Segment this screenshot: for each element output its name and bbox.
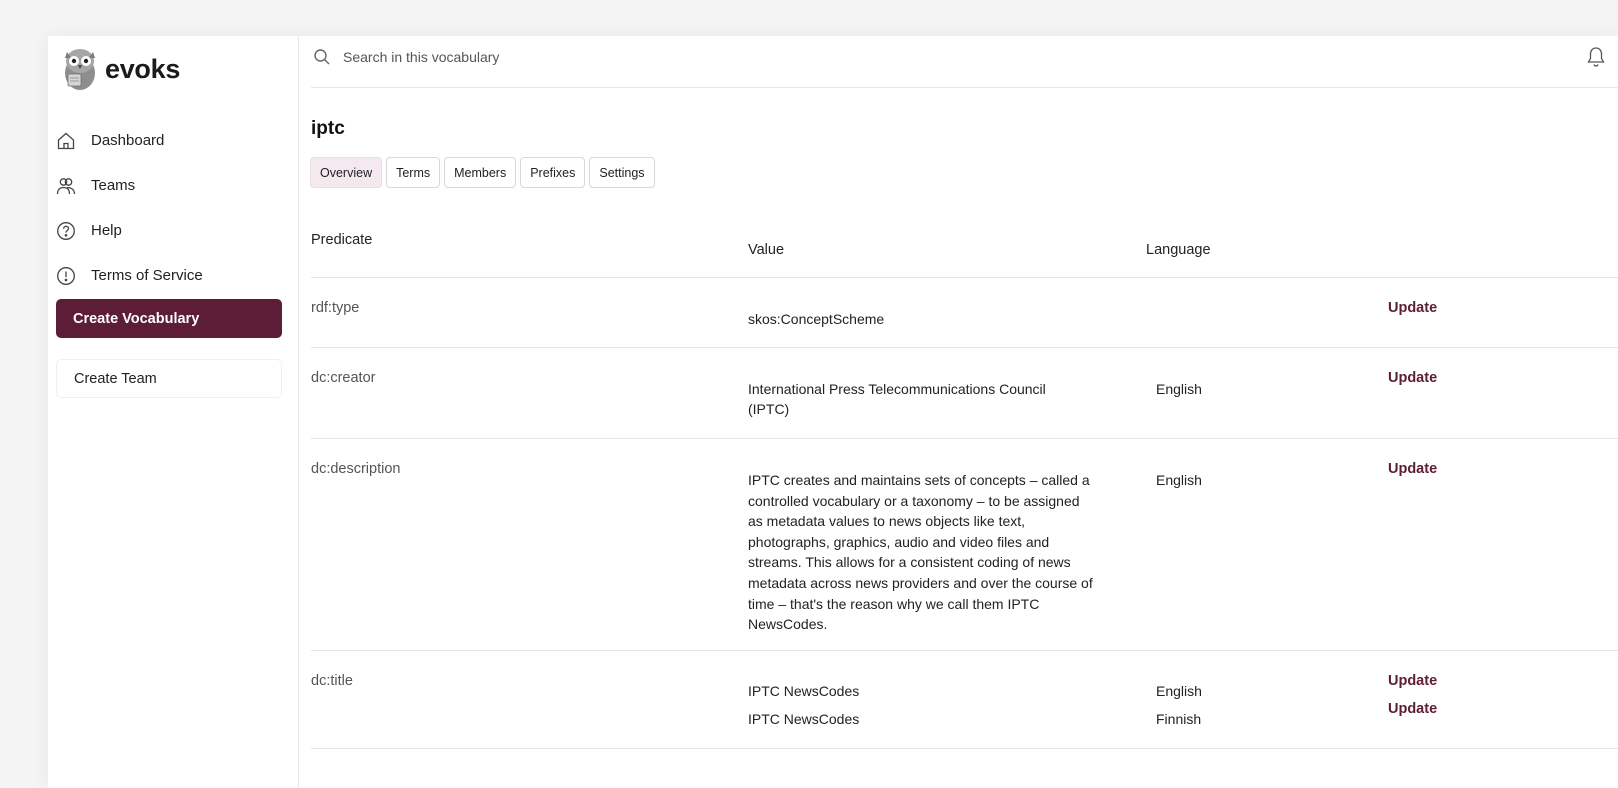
sidebar: evoks Dashboard Teams Help Terms of Serv… [48,36,299,788]
update-link[interactable]: Update [1388,370,1437,386]
sidebar-item-label: Terms of Service [91,267,203,284]
language-cell: Finnish [1156,711,1202,727]
predicate-cell: rdf:type [311,300,360,316]
table-row: rdf:type skos:ConceptScheme Update [311,278,1618,348]
sidebar-item-label: Help [91,222,122,239]
table-row: dc:title IPTC NewsCodes English Update I… [311,651,1618,749]
value-cell: International Press Telecommunications C… [748,381,1046,417]
language-cell: English [1156,381,1202,397]
value-cell: IPTC creates and maintains sets of conce… [748,472,1093,633]
sidebar-item-help[interactable]: Help [56,208,286,253]
update-link[interactable]: Update [1388,461,1437,477]
brand[interactable]: evoks [61,46,180,92]
sidebar-item-dashboard[interactable]: Dashboard [56,118,286,163]
predicate-cell: dc:description [311,461,401,477]
help-icon [57,221,75,240]
tab-members[interactable]: Members [444,157,517,188]
language-cell: English [1156,683,1202,699]
sidebar-item-label: Teams [91,177,136,194]
sidebar-item-terms-of-service[interactable]: Terms of Service [56,253,286,298]
tab-terms[interactable]: Terms [386,157,441,188]
sidebar-nav: Dashboard Teams Help Terms of Service [56,118,286,298]
sidebar-item-label: Dashboard [91,132,165,149]
update-link[interactable]: Update [1388,701,1437,717]
users-icon [56,177,76,194]
value-cell: IPTC NewsCodes [748,711,860,727]
search-input[interactable] [343,46,743,68]
tab-bar: Overview Terms Members Prefixes Settings [310,157,655,188]
create-vocabulary-button[interactable]: Create Vocabulary [56,299,282,338]
owl-logo-icon [65,49,95,90]
page-title: iptc [311,118,345,139]
home-icon [57,132,75,149]
value-cell: IPTC NewsCodes [748,683,860,699]
info-icon [57,266,75,285]
tab-overview[interactable]: Overview [310,157,383,188]
table-row: dc:description IPTC creates and maintain… [311,439,1618,651]
top-bar [311,36,1618,88]
app-window: evoks Dashboard Teams Help Terms of Serv… [48,36,1618,788]
column-header-language: Language [1146,242,1211,258]
create-team-button[interactable]: Create Team [56,359,282,398]
tab-prefixes[interactable]: Prefixes [520,157,586,188]
bell-icon[interactable] [1586,46,1606,68]
search-icon [314,49,330,65]
update-link[interactable]: Update [1388,673,1437,689]
predicate-cell: dc:creator [311,370,376,386]
value-cell: skos:ConceptScheme [748,311,885,327]
update-link[interactable]: Update [1388,300,1437,316]
column-header-value: Value [748,242,785,258]
sidebar-item-teams[interactable]: Teams [56,163,286,208]
language-cell: English [1156,472,1202,488]
brand-name: evoks [105,53,181,84]
main-content: iptc Overview Terms Members Prefixes Set… [299,36,1618,788]
table-row: dc:creator International Press Telecommu… [311,348,1618,439]
properties-table: Predicate Value Language rdf:type skos:C… [311,222,1618,749]
tab-settings[interactable]: Settings [589,157,655,188]
column-header-predicate: Predicate [311,232,373,248]
table-header: Predicate Value Language [311,222,1618,278]
predicate-cell: dc:title [311,673,353,689]
